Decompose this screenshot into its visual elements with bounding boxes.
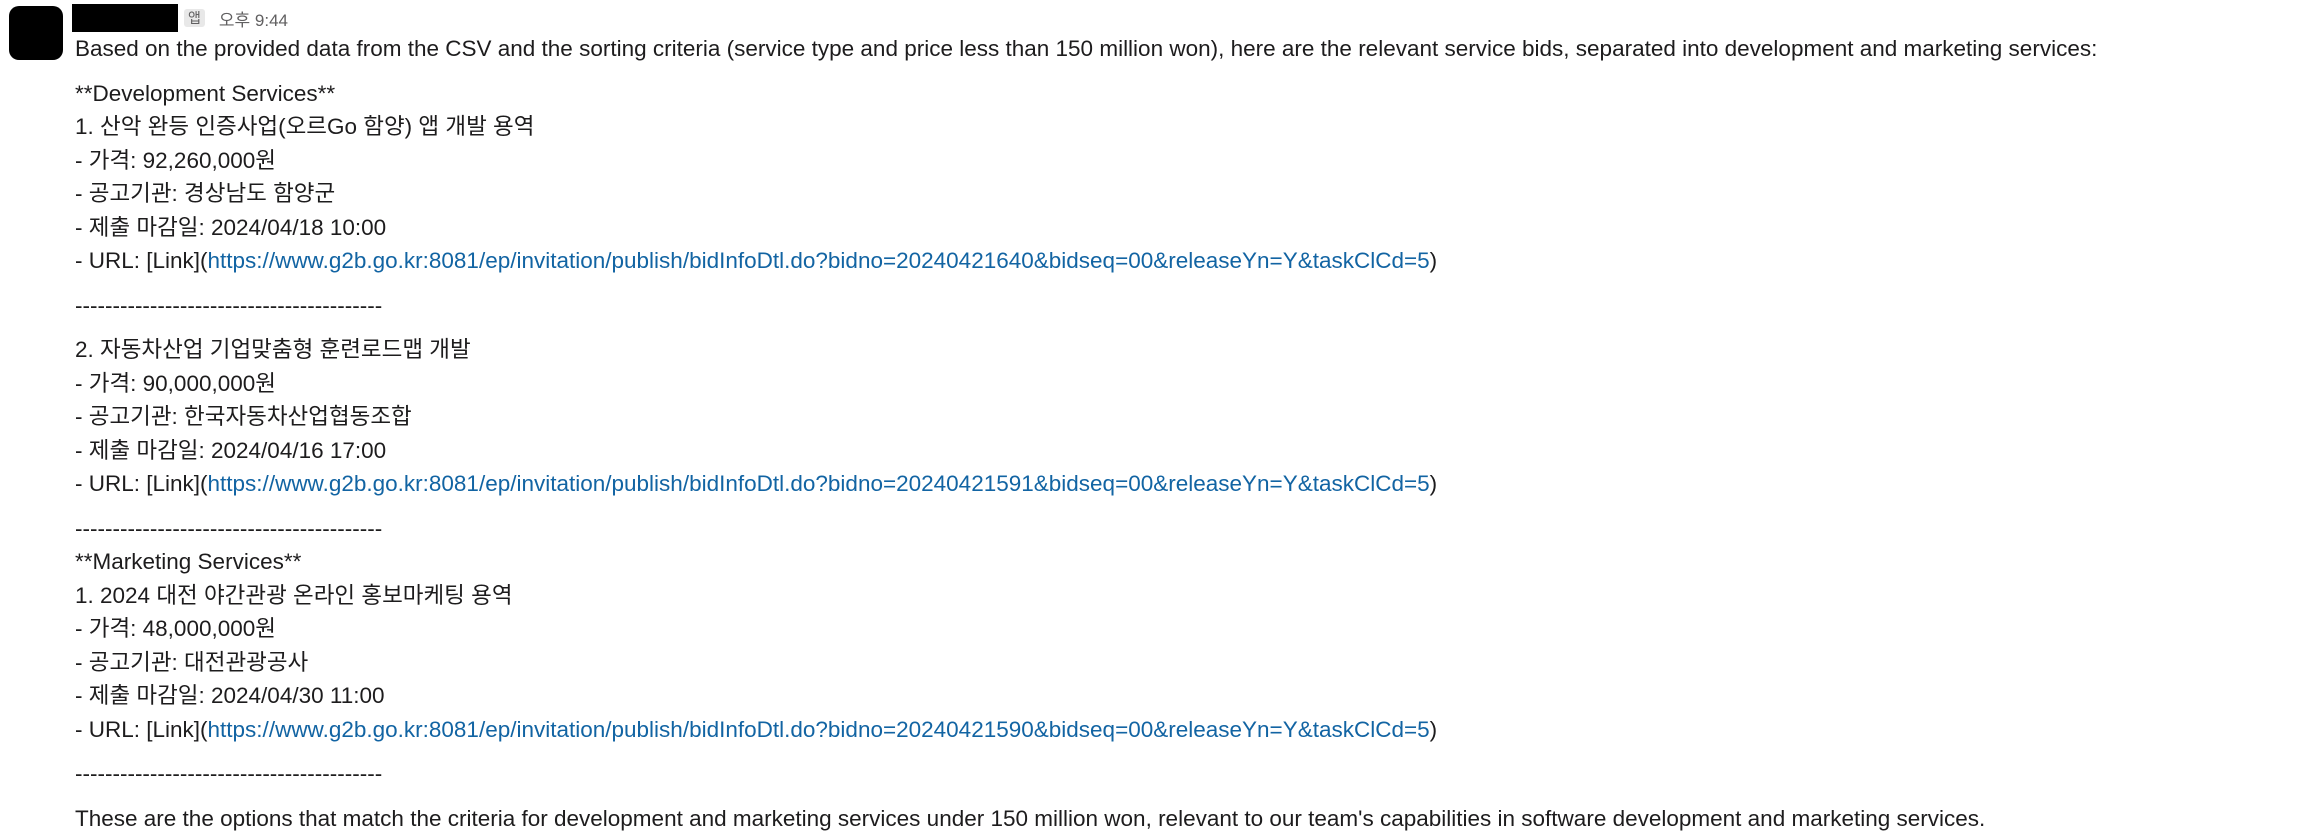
bid-price: - 가격: 90,000,000원 xyxy=(75,370,276,396)
message-timestamp[interactable]: 오후 9:44 xyxy=(219,6,288,31)
bid-agency: - 공고기관: 대전관광공사 xyxy=(75,649,309,675)
message-body: Based on the provided data from the CSV … xyxy=(75,32,2295,835)
message-header: 앱 오후 9:44 xyxy=(72,4,288,32)
separator: ----------------------------------------… xyxy=(75,761,383,786)
url-prefix: - URL: [Link]( xyxy=(75,716,208,742)
url-suffix: ) xyxy=(1429,248,1438,273)
list-item: 1. 산악 완등 인증사업(오르Go 함양) 앱 개발 용역 - 가격: 92,… xyxy=(75,110,2295,278)
bid-agency: - 공고기관: 한국자동차산업협동조합 xyxy=(75,404,412,429)
list-item: 1. 2024 대전 야간관광 온라인 홍보마케팅 용역 - 가격: 48,00… xyxy=(75,579,2295,747)
app-badge: 앱 xyxy=(184,9,205,27)
url-suffix: ) xyxy=(1429,716,1438,742)
url-suffix: ) xyxy=(1429,471,1438,496)
bid-url-link[interactable]: https://www.g2b.go.kr:8081/ep/invitation… xyxy=(208,248,1430,273)
mkt-section-header: **Marketing Services** xyxy=(75,549,302,574)
bid-deadline: - 제출 마감일: 2024/04/18 10:00 xyxy=(75,214,387,240)
bid-price: - 가격: 92,260,000원 xyxy=(75,147,276,173)
bid-agency: - 공고기관: 경상남도 함양군 xyxy=(75,181,336,206)
url-prefix: - URL: [Link]( xyxy=(75,471,208,496)
bid-url-line: - URL: [Link](https://www.g2b.go.kr:8081… xyxy=(75,467,2295,501)
bid-url-link[interactable]: https://www.g2b.go.kr:8081/ep/invitation… xyxy=(208,717,1430,742)
bid-deadline: - 제출 마감일: 2024/04/30 11:00 xyxy=(75,683,385,708)
bid-title: 2. 자동차산업 기업맞춤형 훈련로드맵 개발 xyxy=(75,337,471,362)
bid-price: - 가격: 48,000,000원 xyxy=(75,616,276,641)
url-prefix: - URL: [Link]( xyxy=(75,248,208,273)
list-item: 2. 자동차산업 기업맞춤형 훈련로드맵 개발 - 가격: 90,000,000… xyxy=(75,333,2295,501)
sender-name-redacted[interactable] xyxy=(72,4,178,32)
bid-deadline: - 제출 마감일: 2024/04/16 17:00 xyxy=(75,437,387,463)
bid-title: 1. 산악 완등 인증사업(오르Go 함양) 앱 개발 용역 xyxy=(75,114,535,139)
bid-title: 1. 2024 대전 야간관광 온라인 홍보마케팅 용역 xyxy=(75,582,513,608)
bid-url-line: - URL: [Link](https://www.g2b.go.kr:8081… xyxy=(75,713,2295,747)
separator: ----------------------------------------… xyxy=(75,515,383,541)
conclusion-text: These are the options that match the cri… xyxy=(75,805,1986,831)
dev-section-header: **Development Services** xyxy=(75,80,336,106)
intro-text: Based on the provided data from the CSV … xyxy=(75,36,2098,61)
bid-url-line: - URL: [Link](https://www.g2b.go.kr:8081… xyxy=(75,244,2295,278)
bid-url-link[interactable]: https://www.g2b.go.kr:8081/ep/invitation… xyxy=(208,471,1430,496)
avatar[interactable] xyxy=(9,6,63,60)
chat-message: 앱 오후 9:44 Based on the provided data fro… xyxy=(0,0,2309,839)
separator: ----------------------------------------… xyxy=(75,292,383,318)
